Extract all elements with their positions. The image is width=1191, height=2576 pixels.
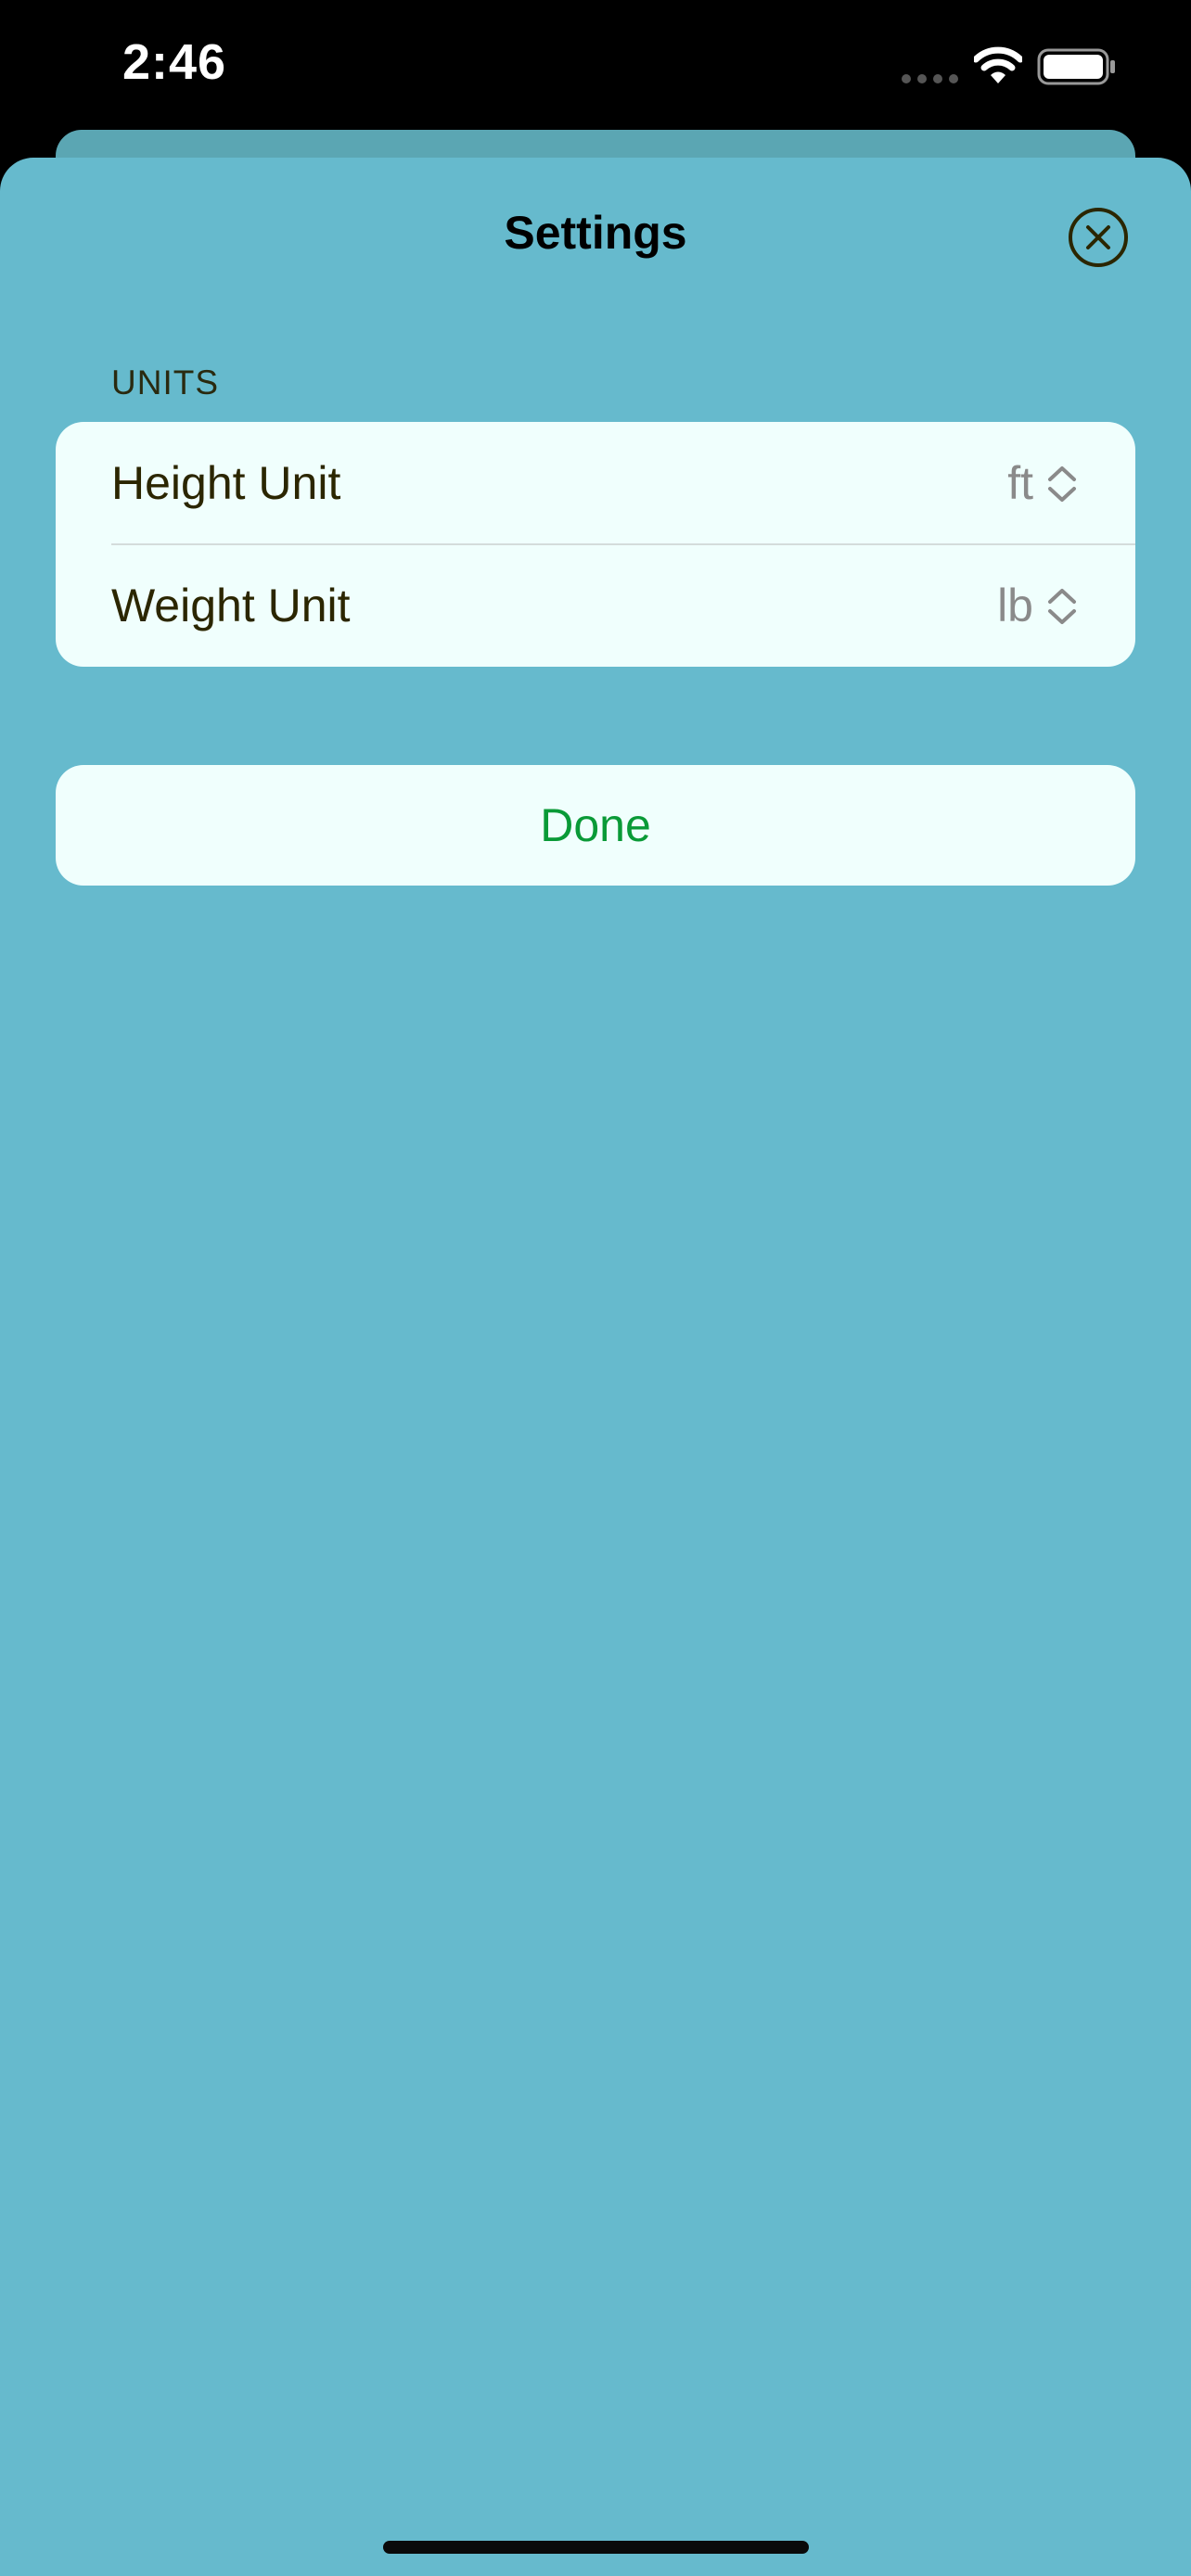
done-button[interactable]: Done	[56, 765, 1135, 886]
weight-unit-value: lb	[997, 580, 1033, 631]
units-card: Height Unit ft Weight Unit lb	[56, 422, 1135, 667]
height-unit-label: Height Unit	[111, 457, 341, 509]
page-title: Settings	[504, 207, 687, 259]
settings-sheet: Settings UNITS Height Unit ft Weight Uni…	[0, 158, 1191, 2576]
close-icon[interactable]	[1067, 206, 1130, 269]
weight-unit-picker[interactable]: Weight Unit lb	[56, 544, 1135, 667]
status-time: 2:46	[122, 34, 227, 90]
chevron-updown-icon	[1048, 589, 1076, 624]
home-indicator[interactable]	[383, 2541, 809, 2554]
chevron-updown-icon	[1048, 466, 1076, 502]
wifi-icon	[974, 46, 1022, 83]
weight-unit-label: Weight Unit	[111, 580, 351, 631]
height-unit-picker[interactable]: Height Unit ft	[56, 422, 1135, 545]
battery-icon	[1037, 48, 1115, 85]
height-unit-value: ft	[1007, 457, 1033, 509]
section-header-units: UNITS	[111, 363, 219, 402]
signal-dots-icon	[902, 74, 958, 83]
